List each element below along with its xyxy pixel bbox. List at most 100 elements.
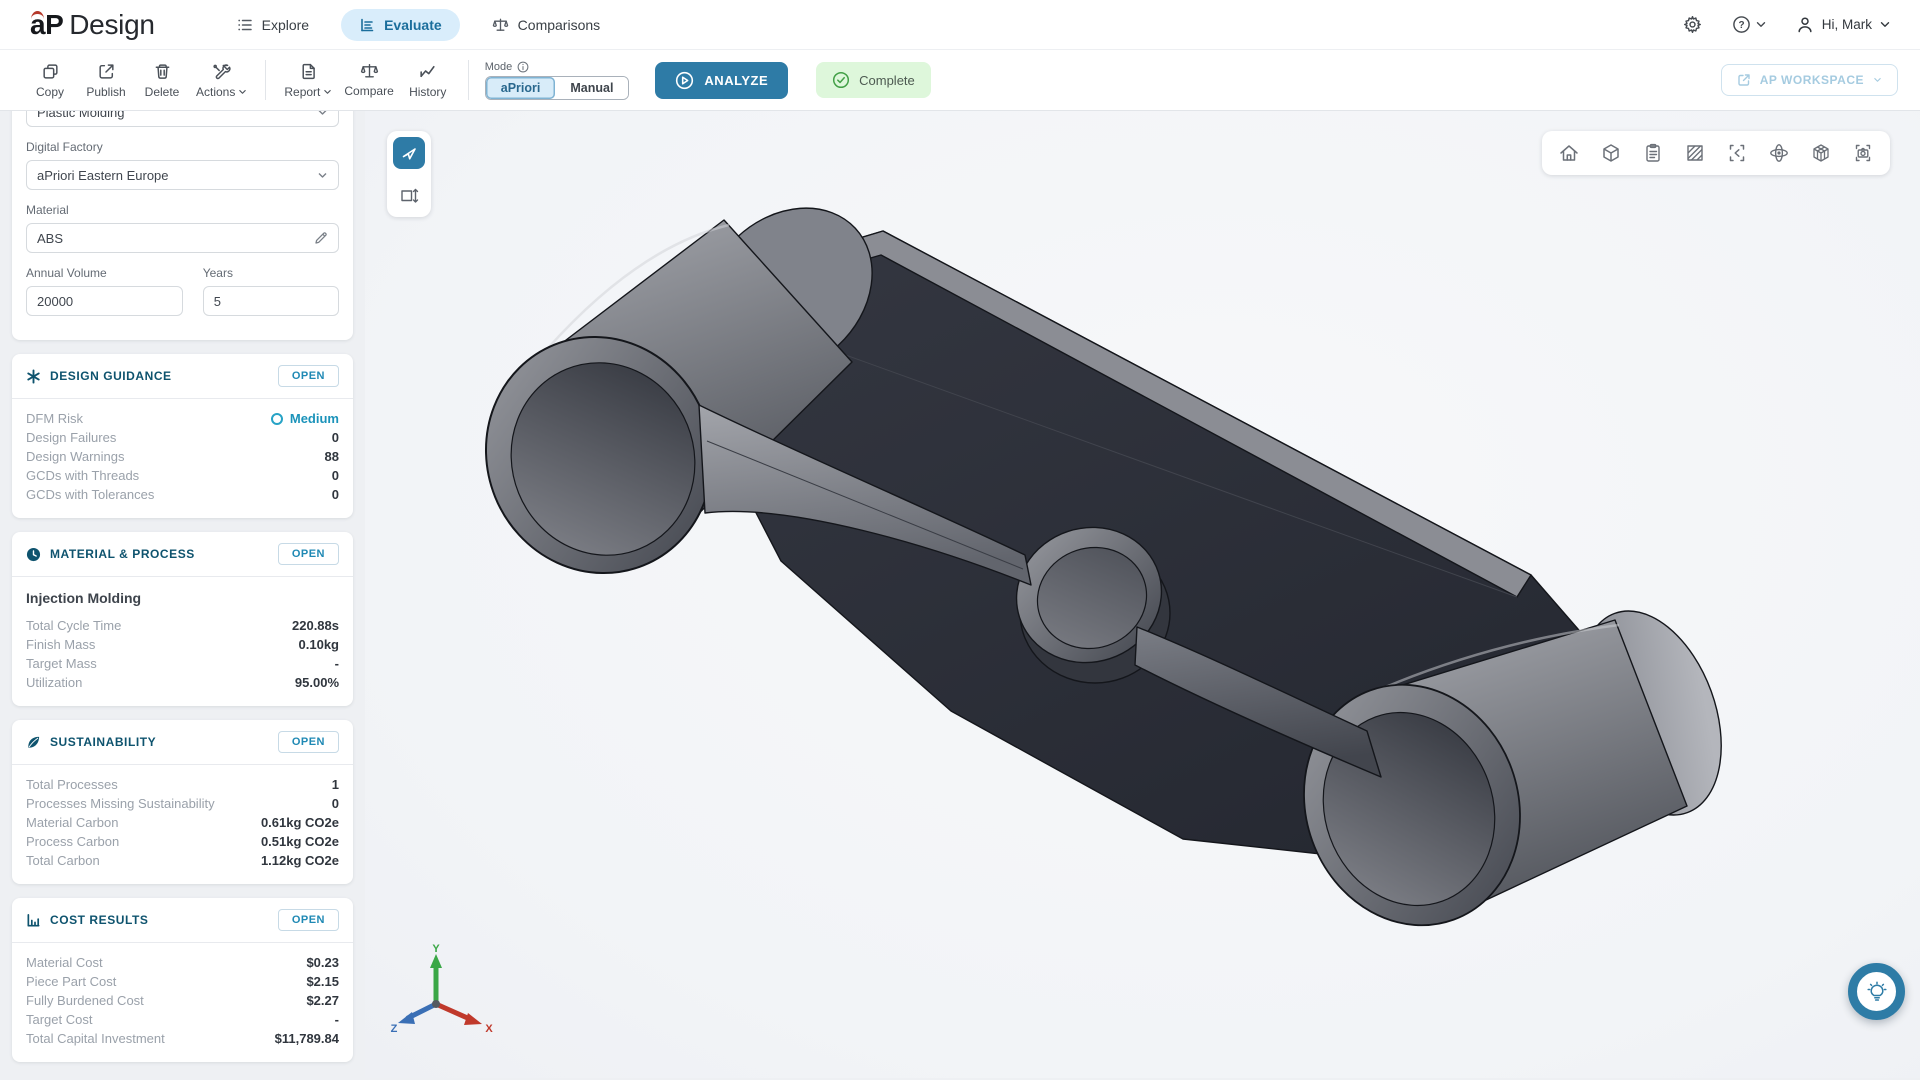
digital-factory-select[interactable]: aPriori Eastern Europe [26, 160, 339, 190]
open-design-guidance-button[interactable]: OPEN [278, 365, 339, 387]
compare-button[interactable]: Compare [338, 62, 399, 98]
mode-selector: Mode aPriori Manual [485, 61, 630, 100]
row-value: $2.15 [306, 972, 339, 991]
axis-y-label: Y [432, 944, 440, 955]
help-menu[interactable]: ? [1732, 15, 1766, 34]
dfm-risk-value: Medium [271, 409, 339, 428]
material-label: Material [26, 203, 339, 217]
chevron-down-icon [317, 172, 328, 179]
material-field[interactable]: ABS [26, 223, 339, 253]
cad-part-rocker-arm [483, 193, 1735, 965]
row-label: Design Failures [26, 428, 116, 447]
chevron-down-icon [1873, 77, 1882, 83]
row-value: 88 [325, 447, 339, 466]
snapshot-button[interactable] [1846, 138, 1880, 168]
scenario-sidebar: Plastic Molding Digital Factory aPriori … [0, 111, 365, 1078]
chevron-down-icon [323, 89, 332, 95]
row-value: 0.10kg [299, 635, 339, 654]
ap-workspace-button[interactable]: AP WORKSPACE [1721, 64, 1898, 96]
digital-factory-label: Digital Factory [26, 140, 339, 154]
home-view-button[interactable] [1552, 138, 1586, 168]
axis-x-label: X [485, 1023, 493, 1035]
viewport-tool-palette [387, 131, 431, 217]
open-cost-results-button[interactable]: OPEN [278, 909, 339, 931]
clock-icon [26, 547, 41, 562]
nav-tab-comparisons[interactable]: Comparisons [474, 9, 618, 41]
section-view-button[interactable] [1678, 138, 1712, 168]
row-value: $11,789.84 [275, 1029, 339, 1048]
nav-tab-evaluate[interactable]: Evaluate [341, 9, 460, 41]
isometric-view-button[interactable] [1594, 138, 1628, 168]
specifications-button[interactable] [1636, 138, 1670, 168]
process-group-select[interactable]: Plastic Molding [26, 111, 339, 127]
3d-model-canvas[interactable] [483, 193, 1735, 965]
row-label: DFM Risk [26, 409, 83, 428]
row-value: - [335, 654, 339, 673]
zoom-to-selection-button[interactable] [1720, 138, 1754, 168]
history-label: History [409, 85, 446, 99]
open-material-process-button[interactable]: OPEN [278, 543, 339, 565]
copy-label: Copy [36, 85, 64, 99]
row-label: Utilization [26, 673, 82, 692]
material-process-panel: MATERIAL & PROCESS OPEN Injection Moldin… [12, 532, 353, 706]
row-value: 0 [332, 466, 339, 485]
ap-workspace-label: AP WORKSPACE [1760, 73, 1864, 87]
user-menu[interactable]: Hi, Mark [1796, 16, 1890, 34]
document-icon [299, 62, 318, 81]
status-label: Complete [859, 73, 915, 88]
select-tool-button[interactable] [393, 137, 425, 169]
annual-volume-label: Annual Volume [26, 266, 183, 280]
analyze-button[interactable]: ANALYZE [655, 62, 788, 99]
orbit-icon [1768, 142, 1790, 164]
main-content: Plastic Molding Digital Factory aPriori … [0, 111, 1920, 1078]
annual-volume-input[interactable] [26, 286, 183, 316]
history-button[interactable]: History [400, 62, 456, 99]
actions-menu-button[interactable]: Actions [190, 62, 253, 99]
publish-button[interactable]: Publish [78, 62, 134, 99]
row-label: Material Cost [26, 953, 103, 972]
home-icon [1558, 142, 1580, 164]
mode-option-apriori[interactable]: aPriori [486, 77, 556, 99]
delete-button[interactable]: Delete [134, 62, 190, 99]
3d-viewport: Y X Z [365, 111, 1920, 1078]
actions-label: Actions [196, 85, 235, 99]
report-menu-button[interactable]: Report [278, 62, 338, 99]
nav-tab-explore[interactable]: Explore [219, 9, 327, 41]
user-greeting: Hi, Mark [1822, 17, 1872, 32]
chevron-down-icon [1880, 21, 1890, 28]
design-guidance-panel: DESIGN GUIDANCE OPEN DFM Risk Medium Des… [12, 354, 353, 518]
publish-icon [97, 62, 116, 81]
chevron-down-icon [238, 89, 247, 95]
row-value: $0.23 [306, 953, 339, 972]
tips-fab-button[interactable] [1848, 963, 1905, 1020]
lightbulb-icon [1866, 981, 1888, 1003]
edit-pencil-icon[interactable] [314, 231, 328, 245]
row-value: 95.00% [295, 673, 339, 692]
orbit-rotate-button[interactable] [1762, 138, 1796, 168]
nav-label-comparisons: Comparisons [518, 17, 600, 33]
measure-tool-button[interactable] [393, 179, 425, 211]
asterisk-icon [26, 369, 41, 384]
help-icon: ? [1732, 15, 1751, 34]
line-chart-icon [418, 62, 437, 81]
copy-icon [41, 62, 60, 81]
row-label: Process Carbon [26, 832, 119, 851]
open-sustainability-button[interactable]: OPEN [278, 731, 339, 753]
chevron-down-icon [317, 111, 328, 116]
mode-option-manual[interactable]: Manual [555, 77, 628, 99]
chevron-down-icon [1756, 21, 1766, 28]
exploded-view-button[interactable] [1804, 138, 1838, 168]
action-toolbar: Copy Publish Delete Actions Report Compa… [0, 49, 1920, 111]
row-value: - [335, 1010, 339, 1029]
years-input[interactable] [203, 286, 339, 316]
detailed-cube-icon [1810, 142, 1832, 164]
app-logo: aP Design [30, 9, 155, 41]
row-value: 1 [332, 775, 339, 794]
compare-label: Compare [344, 84, 393, 98]
cursor-icon [400, 144, 418, 162]
copy-button[interactable]: Copy [22, 62, 78, 99]
navbar-right: ? Hi, Mark [1683, 15, 1890, 34]
leaf-icon [26, 735, 41, 750]
settings-gear-icon[interactable] [1683, 15, 1702, 34]
row-label: Material Carbon [26, 813, 119, 832]
